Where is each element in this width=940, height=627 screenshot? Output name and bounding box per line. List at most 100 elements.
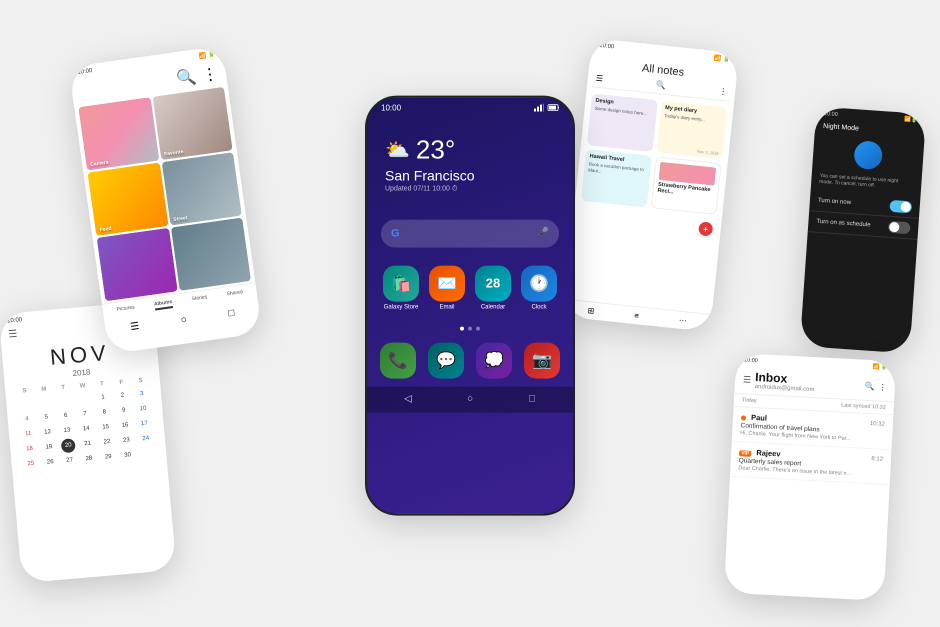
weather-area: ⛅ 23° San Francisco Updated 07/11 10:00 … [367,114,573,203]
cal-date[interactable]: 9 [116,403,131,418]
cal-date[interactable]: 2 [115,388,130,403]
cal-date[interactable]: 30 [120,448,135,463]
cal-date[interactable]: 4 [19,412,34,427]
gallery-cell-street[interactable]: Street [161,152,242,225]
nav-back-icon[interactable]: ☰ [130,321,140,333]
camera-icon: 📷 [524,342,560,378]
cal-date[interactable]: 26 [43,455,58,470]
notes-menu-icon[interactable]: ☰ [595,74,603,84]
cal-date[interactable]: 5 [39,410,54,425]
cal-date[interactable]: 28 [81,451,96,466]
mic-icon[interactable]: 🎤 [537,228,549,239]
cal-date[interactable]: 11 [21,427,36,442]
cal-date[interactable]: 27 [62,453,77,468]
cal-date[interactable]: 24 [138,431,153,446]
nav-recent[interactable]: □ [525,392,539,406]
notes-bottom-nav: ⊞ ≡ ⋯ [563,299,712,332]
app-messages[interactable]: 💬 [428,342,464,378]
paul-time: 10:32 [870,421,885,428]
note-card-pet[interactable]: My pet diary Today's diary entry... Nov … [656,101,727,160]
calendar-label: Calendar [481,304,505,310]
cal-header-s2: S [131,377,150,387]
nav-recent-icon[interactable]: □ [228,308,236,320]
notes-nav-grid[interactable]: ⊞ [587,306,595,316]
cal-date[interactable] [18,397,33,412]
cal-date[interactable]: 29 [101,450,116,465]
clock-icon: 🕐 [521,265,557,301]
app-galaxy-store[interactable]: 🛍️ Galaxy Store [383,265,419,310]
cal-date[interactable]: 13 [59,423,74,438]
notes-signal: 📶 🔋 [714,55,731,64]
gallery-cell-favorite[interactable]: Favorite [152,87,233,160]
add-note-button[interactable]: + [698,221,713,236]
note-card-design[interactable]: Design Some design notes here... [587,93,658,152]
cal-date[interactable]: 18 [22,441,37,456]
notes-nav-list[interactable]: ≡ [634,311,640,320]
notes-search-icon[interactable]: 🔍 [656,80,667,90]
gallery-cell-food[interactable]: Food [87,163,168,236]
cal-date[interactable] [76,392,91,407]
app-calendar[interactable]: 28 Calendar [475,265,511,310]
cal-date[interactable]: 23 [119,433,134,448]
app-clock[interactable]: 🕐 Clock [521,265,557,310]
email-time: 10:00 [744,357,758,364]
gallery-cell-5[interactable] [97,228,178,301]
night-toggle-2[interactable] [888,221,911,235]
cal-date[interactable]: 16 [117,418,132,433]
cal-date[interactable]: 17 [137,416,152,431]
cal-date[interactable]: 21 [80,436,95,451]
cal-date[interactable]: 19 [41,440,56,455]
google-g-logo: G [391,227,400,239]
note-card-hawaii[interactable]: Hawaii Travel Book a vacation package to… [581,149,652,208]
scene: 10:00 📶 🔋 🔍 ⋮ Camera Favorite Food Stree… [0,0,940,627]
cal-date[interactable]: 15 [98,420,113,435]
app-phone[interactable]: 📞 [380,342,416,378]
gallery-cell-6[interactable] [170,217,251,290]
cal-date[interactable] [37,395,52,410]
app-email[interactable]: ✉️ Email [429,265,465,310]
gallery-tab-albums[interactable]: Albums [154,299,173,310]
cal-date[interactable]: 7 [77,407,92,422]
calendar-time: 10:00 [7,317,23,325]
nav-home-icon[interactable]: ○ [180,314,188,326]
weather-temp: 23° [416,134,455,165]
notes-nav-more[interactable]: ⋯ [678,316,687,326]
cal-date[interactable]: 8 [97,405,112,420]
gallery-tab-shared[interactable]: Shared [226,289,243,300]
center-status-bar: 10:00 [367,97,573,114]
night-toggle-1[interactable] [889,200,912,214]
cal-date[interactable]: 1 [96,390,111,405]
cal-date[interactable]: 3 [134,387,149,402]
app-camera[interactable]: 📷 [524,342,560,378]
cal-date[interactable]: 6 [58,408,73,423]
nav-home[interactable]: ○ [463,392,477,406]
cal-date[interactable]: 10 [136,401,151,416]
gallery-tab-pictures[interactable]: Pictures [116,304,135,315]
night-toggle-2-label: Turn on as schedule [816,219,870,229]
note-card-recipe[interactable]: Strawberry Pancake Reci... [651,156,722,215]
search-bar[interactable]: G 🎤 [381,219,559,247]
gallery-grid: Camera Favorite Food Street [74,84,255,304]
email-row-rajeev[interactable]: Rajeev 8:12 Quarterly sales report Dear … [730,442,892,485]
cal-date-today[interactable]: 20 [61,438,76,453]
search-icon[interactable]: 🔍 [175,67,198,90]
cal-date[interactable]: 22 [99,435,114,450]
email-menu-icon[interactable]: ☰ [743,374,752,385]
gallery-cell-camera[interactable]: Camera [78,97,159,170]
more-icon[interactable]: ⋮ [201,64,220,86]
email-search-icon[interactable]: 🔍 [865,381,875,391]
cal-date[interactable]: 25 [23,456,38,471]
notes-more-icon[interactable]: ⋮ [719,87,728,97]
nav-back[interactable]: ◁ [401,392,415,406]
menu-icon[interactable]: ☰ [8,329,18,341]
cal-date[interactable] [57,393,72,408]
cal-date[interactable] [139,446,154,461]
cal-date[interactable]: 12 [40,425,55,440]
email-more-icon[interactable]: ⋮ [879,382,887,391]
email-signal: 📶 🔋 [872,364,888,371]
app-bubbles[interactable]: 💭 [476,342,512,378]
dot-3 [476,326,480,330]
cal-date[interactable]: 14 [79,421,94,436]
night-toggle-1-label: Turn on now [818,198,851,206]
gallery-tab-stories[interactable]: Stories [191,294,208,305]
